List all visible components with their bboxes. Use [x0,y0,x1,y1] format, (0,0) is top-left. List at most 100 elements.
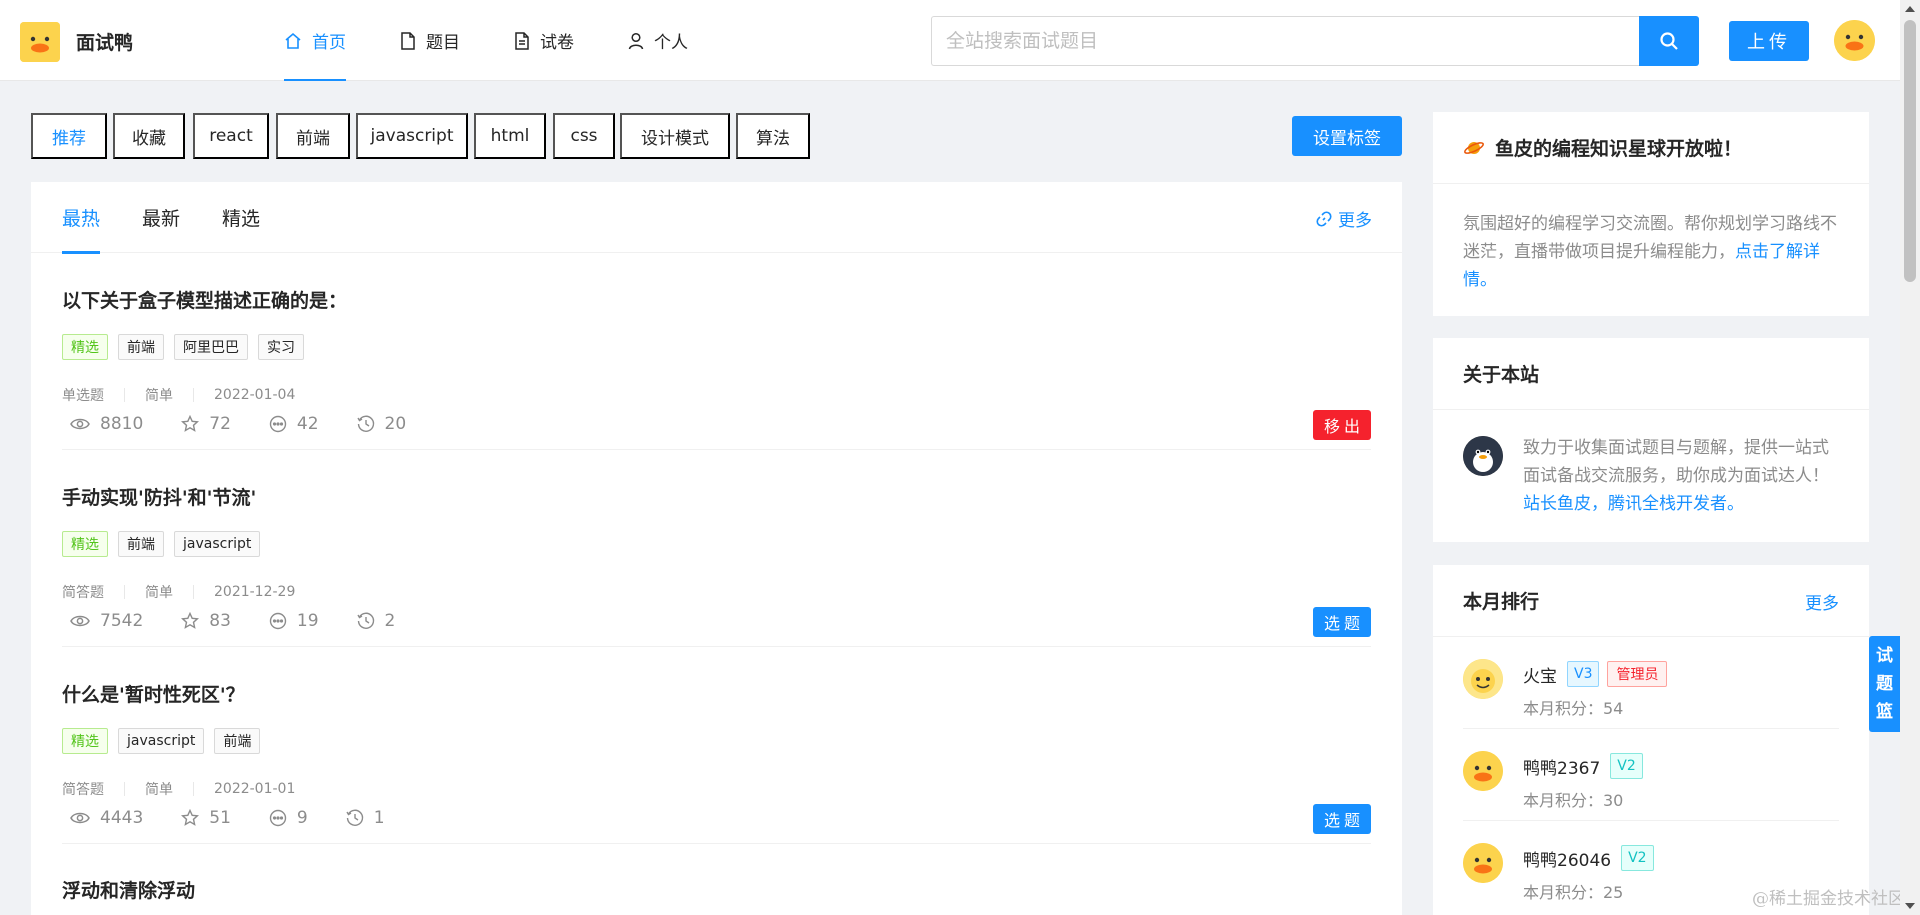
about-card-text: 致力于收集面试题目与题解，提供一站式面试备战交流服务，助你成为面试达人！ 站长鱼皮… [1523,434,1839,518]
question-tag[interactable]: javascript [174,531,261,557]
tag-javascript[interactable]: javascript [356,113,468,159]
planet-card-header: 鱼皮的编程知识星球开放啦！ [1433,112,1869,184]
nav-papers-label: 试卷 [540,33,574,53]
star-count[interactable]: 72 [181,414,231,434]
rank-avatar[interactable] [1463,751,1503,791]
select-button[interactable]: 选题 [1313,607,1371,637]
basket-char: 试 [1876,646,1893,666]
rank-avatar[interactable] [1463,843,1503,883]
tab-featured[interactable]: 精选 [222,182,260,253]
question-tags: 精选 javascript 前端 [62,728,261,754]
admin-badge: 管理员 [1607,661,1668,687]
question-item[interactable]: 什么是'暂时性死区'？ 精选 javascript 前端 简答题 简单 2022… [62,647,1371,844]
page-scrollbar[interactable] [1900,0,1920,915]
question-title[interactable]: 浮动和清除浮动 [62,876,195,903]
question-date: 2022-01-04 [214,387,296,403]
rank-more-link[interactable]: 更多 [1805,589,1839,614]
history-count-value: 20 [384,414,407,434]
rank-card-title: 本月排行 [1463,591,1540,613]
comment-count[interactable]: 9 [269,808,308,828]
basket-char: 篮 [1876,702,1893,722]
question-item[interactable]: 以下关于盒子模型描述正确的是： 精选 前端 阿里巴巴 实习 单选题 简单 202… [62,253,1371,450]
star-count-value: 72 [209,414,231,434]
nav-profile[interactable]: 个人 [628,0,688,81]
tag-html[interactable]: html [474,113,546,159]
question-item[interactable]: 手动实现'防抖'和'节流' 精选 前端 javascript 简答题 简单 20… [62,450,1371,647]
nav-questions[interactable]: 题目 [400,0,460,81]
logo-duck-icon[interactable] [20,22,60,62]
question-title[interactable]: 手动实现'防抖'和'节流' [62,483,256,510]
watermark: @稀土掘金技术社区 [1752,889,1905,909]
question-tag[interactable]: 前端 [118,334,164,360]
about-author-link[interactable]: 站长鱼皮，腾讯全栈开发者。 [1523,494,1744,514]
rank-user: 鸭鸭2367 V2 [1523,753,1643,779]
rank-item[interactable]: 鸭鸭2367 V2 本月积分：30 [1463,729,1839,821]
planet-card: 鱼皮的编程知识星球开放啦！ 氛围超好的编程学习交流圈。帮你规划学习路线不迷茫，直… [1433,112,1869,316]
rank-username[interactable]: 鸭鸭2367 [1523,754,1600,779]
tag-css[interactable]: css [553,113,615,159]
question-tag[interactable]: 阿里巴巴 [174,334,248,360]
question-tag[interactable]: 精选 [62,334,108,360]
upload-button[interactable]: 上传 [1729,21,1809,61]
tab-newest[interactable]: 最新 [142,182,180,253]
question-tag[interactable]: javascript [118,728,205,754]
question-date: 2021-12-29 [214,584,296,600]
comment-icon [269,415,287,433]
tag-design-patterns[interactable]: 设计模式 [620,113,730,159]
comment-icon [269,612,287,630]
search-button[interactable] [1639,16,1699,66]
history-count-value: 2 [384,611,396,631]
rank-item[interactable]: 火宝 V3 管理员 本月积分：54 [1463,637,1839,729]
basket-char: 题 [1876,674,1893,694]
question-meta: 简答题 简单 2021-12-29 [62,582,295,602]
question-tag[interactable]: 前端 [118,531,164,557]
rank-avatar[interactable] [1463,659,1503,699]
tag-recommend[interactable]: 推荐 [31,113,107,159]
scroll-down-arrow-icon[interactable] [1905,903,1915,909]
set-tags-button[interactable]: 设置标签 [1292,116,1402,156]
star-count-value: 51 [209,808,231,828]
view-count-value: 7542 [100,611,144,631]
comment-count[interactable]: 19 [269,611,319,631]
scroll-thumb[interactable] [1904,20,1916,282]
rank-username[interactable]: 火宝 [1523,662,1557,687]
tag-favorites[interactable]: 收藏 [113,113,185,159]
rank-card-header: 本月排行 [1433,565,1869,637]
view-count: 8810 [70,414,143,434]
tag-frontend[interactable]: 前端 [276,113,350,159]
remove-button[interactable]: 移出 [1313,410,1371,440]
question-tag[interactable]: 实习 [258,334,304,360]
comment-count[interactable]: 42 [269,414,319,434]
nav-home[interactable]: 首页 [284,0,346,81]
logo-text[interactable]: 面试鸭 [76,28,133,55]
question-title[interactable]: 以下关于盒子模型描述正确的是： [62,286,347,313]
question-tag[interactable]: 精选 [62,728,108,754]
star-count[interactable]: 83 [181,611,231,631]
rank-username[interactable]: 鸭鸭26046 [1523,846,1611,871]
history-icon [356,415,375,433]
rank-score: 本月积分：54 [1523,699,1624,718]
nav-papers[interactable]: 试卷 [514,0,574,81]
select-button[interactable]: 选题 [1313,804,1371,834]
question-tag[interactable]: 精选 [62,531,108,557]
tab-hottest[interactable]: 最热 [62,182,101,254]
search-input[interactable] [931,16,1639,66]
star-icon [181,809,200,827]
scroll-up-arrow-icon[interactable] [1905,6,1915,12]
star-count[interactable]: 51 [181,808,231,828]
user-icon [628,32,644,50]
star-count-value: 83 [209,611,231,631]
list-more-link[interactable]: 更多 [1316,206,1372,231]
file-icon [400,31,416,50]
more-label: 更多 [1338,211,1372,231]
comment-icon [269,809,287,827]
user-avatar[interactable] [1834,20,1875,61]
about-card: 关于本站 致力于收集面试题目与题解，提供一站式面试备战交流服务，助你成为面试达人… [1433,338,1869,542]
divider [193,388,194,402]
question-basket-button[interactable]: 试 题 篮 [1869,636,1900,732]
tag-algorithms[interactable]: 算法 [736,113,810,159]
about-card-body: 致力于收集面试题目与题解，提供一站式面试备战交流服务，助你成为面试达人！ 站长鱼皮… [1433,410,1869,518]
question-tag[interactable]: 前端 [214,728,261,754]
question-title[interactable]: 什么是'暂时性死区'？ [62,680,245,707]
tag-react[interactable]: react [193,113,269,159]
